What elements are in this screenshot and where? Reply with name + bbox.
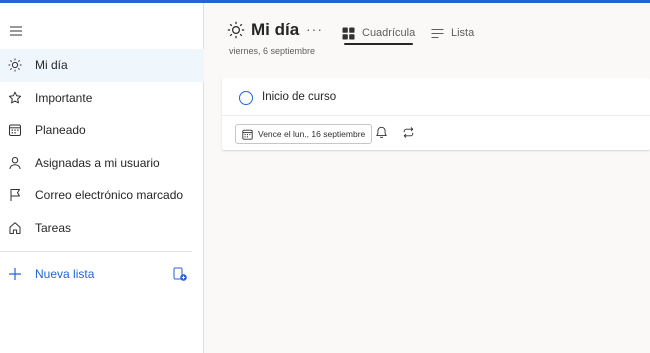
calendar-icon bbox=[8, 123, 22, 137]
sidebar-item-correo-marcado[interactable]: Correo electrónico marcado bbox=[0, 179, 204, 212]
flag-icon bbox=[8, 188, 22, 202]
sidebar-item-importante[interactable]: Importante bbox=[0, 82, 204, 115]
sidebar-item-tareas[interactable]: Tareas bbox=[0, 212, 204, 245]
calendar-icon bbox=[242, 129, 253, 140]
sidebar-item-label: Correo electrónico marcado bbox=[35, 188, 184, 203]
due-date-label: Vence el lun., 16 septiembre bbox=[258, 129, 366, 139]
grid-icon bbox=[342, 27, 355, 40]
tab-lista[interactable]: Lista bbox=[431, 19, 474, 47]
list-icon bbox=[431, 27, 444, 40]
due-date-chip[interactable]: Vence el lun., 16 septiembre bbox=[235, 124, 373, 144]
tab-label: Cuadrícula bbox=[362, 27, 416, 39]
task-title[interactable]: Inicio de curso bbox=[262, 91, 336, 103]
sun-icon bbox=[227, 21, 245, 39]
repeat-icon[interactable] bbox=[402, 126, 415, 139]
new-group-icon[interactable] bbox=[172, 266, 188, 282]
home-icon bbox=[8, 221, 22, 235]
current-date: viernes, 6 septiembre bbox=[229, 46, 316, 56]
selected-tab-indicator bbox=[344, 43, 413, 45]
main-panel: Mi día ··· viernes, 6 septiembre Cuadríc… bbox=[205, 3, 650, 353]
sidebar: Mi día Importante Planeado Asignadas a m… bbox=[0, 3, 204, 353]
hamburger-icon[interactable] bbox=[9, 24, 23, 38]
sun-icon bbox=[8, 58, 22, 72]
sidebar-item-planeado[interactable]: Planeado bbox=[0, 114, 204, 147]
star-icon bbox=[8, 91, 22, 105]
sidebar-divider bbox=[0, 251, 192, 252]
task-card[interactable]: Inicio de curso Vence el lun., 16 septie… bbox=[222, 78, 650, 150]
sidebar-nav: Mi día Importante Planeado Asignadas a m… bbox=[0, 49, 204, 244]
complete-task-checkbox[interactable] bbox=[239, 91, 253, 105]
page-title: Mi día bbox=[251, 20, 300, 39]
tab-label: Lista bbox=[451, 27, 475, 39]
sidebar-item-label: Mi día bbox=[35, 58, 68, 73]
more-options-button[interactable]: ··· bbox=[306, 21, 323, 37]
sidebar-item-asignadas[interactable]: Asignadas a mi usuario bbox=[0, 147, 204, 180]
sidebar-item-mi-dia[interactable]: Mi día bbox=[0, 49, 204, 82]
sidebar-item-label: Importante bbox=[35, 90, 93, 105]
page-header: Mi día bbox=[227, 20, 299, 40]
plus-icon bbox=[8, 267, 22, 281]
new-list-label: Nueva lista bbox=[35, 267, 95, 281]
sidebar-item-label: Asignadas a mi usuario bbox=[35, 155, 160, 170]
person-icon bbox=[8, 156, 22, 170]
sidebar-item-label: Planeado bbox=[35, 123, 86, 138]
bell-icon[interactable] bbox=[375, 126, 388, 139]
sidebar-item-label: Tareas bbox=[35, 220, 72, 235]
card-divider bbox=[222, 115, 650, 116]
